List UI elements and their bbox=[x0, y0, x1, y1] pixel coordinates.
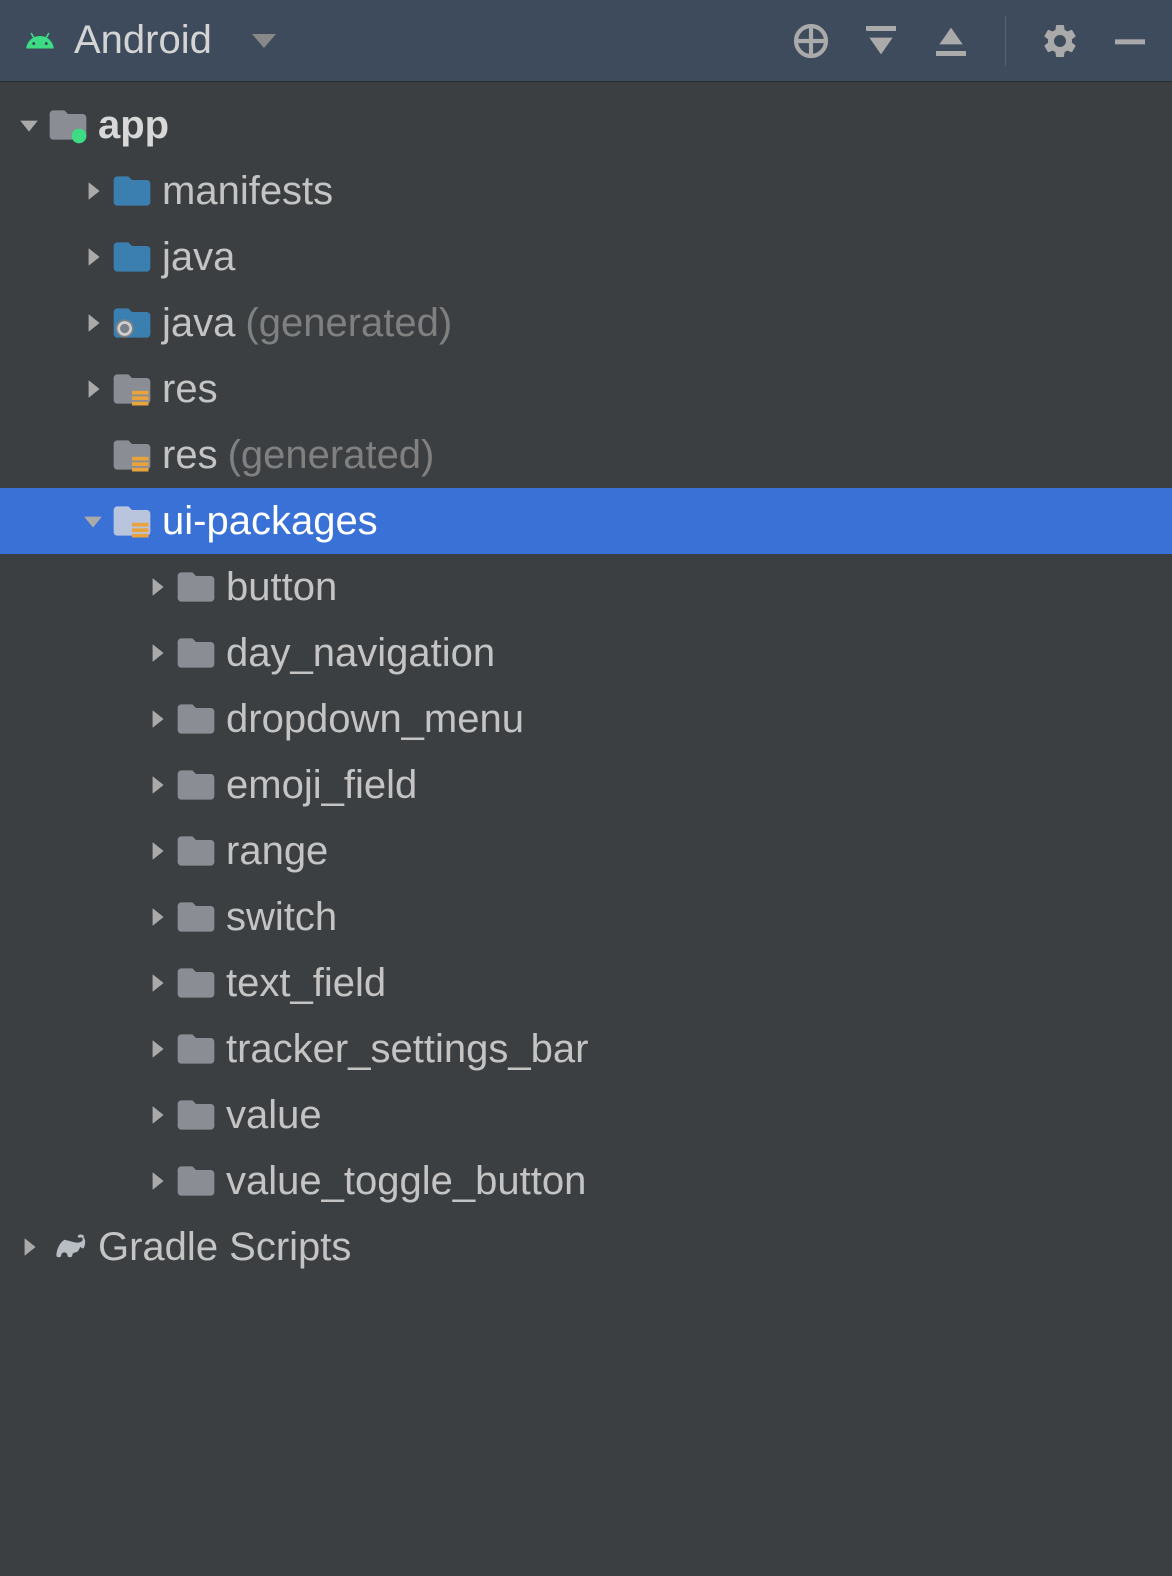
hide-icon[interactable] bbox=[1108, 19, 1152, 63]
tree-item-label: value bbox=[226, 1093, 322, 1138]
tree-item-label: text_field bbox=[226, 961, 386, 1006]
tree-item[interactable]: range bbox=[0, 818, 1172, 884]
folder-icon bbox=[174, 697, 218, 741]
tree-item-suffix: (generated) bbox=[245, 301, 452, 346]
tree-item-label: app bbox=[98, 103, 169, 148]
tree-item-label: dropdown_menu bbox=[226, 697, 524, 742]
expand-all-icon[interactable] bbox=[859, 19, 903, 63]
tree-item-label: emoji_field bbox=[226, 763, 417, 808]
folder-icon bbox=[174, 895, 218, 939]
folder-icon bbox=[110, 235, 154, 279]
chevron-right-icon[interactable] bbox=[140, 834, 174, 868]
chevron-down-icon[interactable] bbox=[76, 504, 110, 538]
folder-icon bbox=[110, 301, 154, 345]
tree-item-label: switch bbox=[226, 895, 337, 940]
tree-item[interactable]: dropdown_menu bbox=[0, 686, 1172, 752]
tree-item[interactable]: ui-packages bbox=[0, 488, 1172, 554]
tree-item[interactable]: day_navigation bbox=[0, 620, 1172, 686]
toolbar-divider bbox=[1005, 16, 1006, 66]
tree-item-gradle-scripts[interactable]: Gradle Scripts bbox=[0, 1214, 1172, 1280]
tree-item[interactable]: button bbox=[0, 554, 1172, 620]
chevron-right-icon[interactable] bbox=[76, 306, 110, 340]
chevron-right-icon[interactable] bbox=[76, 174, 110, 208]
chevron-right-icon[interactable] bbox=[140, 570, 174, 604]
tree-item-label: tracker_settings_bar bbox=[226, 1027, 588, 1072]
chevron-right-icon[interactable] bbox=[76, 240, 110, 274]
folder-icon bbox=[110, 499, 154, 543]
tree-item-label: ui-packages bbox=[162, 499, 378, 544]
folder-icon bbox=[174, 1093, 218, 1137]
tree-item[interactable]: text_field bbox=[0, 950, 1172, 1016]
view-selector[interactable]: Android bbox=[20, 18, 276, 63]
chevron-right-icon[interactable] bbox=[140, 1164, 174, 1198]
folder-icon bbox=[110, 169, 154, 213]
folder-icon bbox=[174, 1027, 218, 1071]
android-icon bbox=[20, 21, 60, 61]
panel-header: Android bbox=[0, 0, 1172, 82]
tree-item[interactable]: res bbox=[0, 356, 1172, 422]
tree-item-label: Gradle Scripts bbox=[98, 1225, 351, 1270]
select-opened-file-icon[interactable] bbox=[789, 19, 833, 63]
tree-item-label: manifests bbox=[162, 169, 333, 214]
folder-icon bbox=[174, 1159, 218, 1203]
module-folder-icon bbox=[46, 103, 90, 147]
chevron-right-icon[interactable] bbox=[12, 1230, 46, 1264]
tree-item-label: button bbox=[226, 565, 337, 610]
chevron-down-icon[interactable] bbox=[12, 108, 46, 142]
gradle-icon bbox=[46, 1225, 90, 1269]
tree-item-suffix: (generated) bbox=[228, 433, 435, 478]
tree-item-label: java bbox=[162, 235, 235, 280]
tree-item[interactable]: switch bbox=[0, 884, 1172, 950]
tree-item-label: res bbox=[162, 433, 218, 478]
folder-icon bbox=[110, 433, 154, 477]
tree-item[interactable]: value bbox=[0, 1082, 1172, 1148]
folder-icon bbox=[174, 961, 218, 1005]
chevron-right-icon[interactable] bbox=[140, 900, 174, 934]
tree-item[interactable]: res(generated) bbox=[0, 422, 1172, 488]
tree-item-label: day_navigation bbox=[226, 631, 495, 676]
tree-item[interactable]: java(generated) bbox=[0, 290, 1172, 356]
project-tree: app manifestsjavajava(generated)resres(g… bbox=[0, 82, 1172, 1290]
view-title: Android bbox=[74, 18, 212, 63]
gear-icon[interactable] bbox=[1038, 19, 1082, 63]
chevron-right-icon[interactable] bbox=[140, 768, 174, 802]
tree-item-app[interactable]: app bbox=[0, 92, 1172, 158]
tree-item-label: java bbox=[162, 301, 235, 346]
chevron-down-icon bbox=[252, 34, 276, 48]
folder-icon bbox=[110, 367, 154, 411]
folder-icon bbox=[174, 565, 218, 609]
tree-item[interactable]: value_toggle_button bbox=[0, 1148, 1172, 1214]
chevron-right-icon[interactable] bbox=[76, 372, 110, 406]
tree-item-label: value_toggle_button bbox=[226, 1159, 586, 1204]
chevron-right-icon[interactable] bbox=[140, 636, 174, 670]
tree-item-label: res bbox=[162, 367, 218, 412]
chevron-right-icon[interactable] bbox=[140, 1032, 174, 1066]
chevron-right-icon[interactable] bbox=[140, 1098, 174, 1132]
folder-icon bbox=[174, 829, 218, 873]
collapse-all-icon[interactable] bbox=[929, 19, 973, 63]
tree-item[interactable]: manifests bbox=[0, 158, 1172, 224]
tree-item-label: range bbox=[226, 829, 328, 874]
folder-icon bbox=[174, 631, 218, 675]
toolbar bbox=[789, 16, 1152, 66]
chevron-right-icon[interactable] bbox=[140, 702, 174, 736]
chevron-right-icon[interactable] bbox=[140, 966, 174, 1000]
tree-item[interactable]: emoji_field bbox=[0, 752, 1172, 818]
tree-item[interactable]: java bbox=[0, 224, 1172, 290]
folder-icon bbox=[174, 763, 218, 807]
tree-item[interactable]: tracker_settings_bar bbox=[0, 1016, 1172, 1082]
